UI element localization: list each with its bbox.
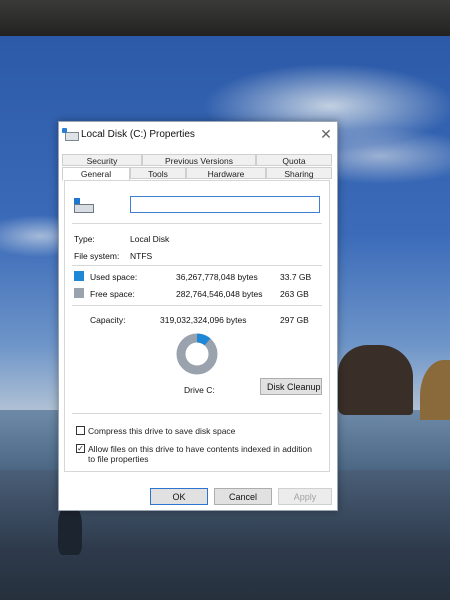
tab-hardware[interactable]: Hardware [186,167,266,179]
ok-button[interactable]: OK [150,488,208,505]
type-label: Type: [74,234,95,244]
tab-security[interactable]: Security [62,154,142,166]
file-system-label: File system: [74,251,120,261]
compress-label: Compress this drive to save disk space [88,426,236,436]
wallpaper-figure [58,505,82,555]
drive-icon [62,128,79,141]
free-space-bytes: 282,764,546,048 bytes [176,289,263,299]
type-value: Local Disk [130,234,170,244]
drive-label: Drive C: [184,385,215,395]
donut-free-arc [176,333,218,375]
monitor-bezel [0,0,450,36]
tab-previous-versions[interactable]: Previous Versions [142,154,256,166]
separator [72,305,322,306]
free-space-swatch [74,288,84,298]
close-icon[interactable]: ✕ [317,125,335,143]
title-bar[interactable]: Local Disk (C:) Properties ✕ [59,122,337,148]
apply-button[interactable]: Apply [278,488,332,505]
index-label: Allow files on this drive to have conten… [88,444,312,464]
used-space-bytes: 36,267,778,048 bytes [176,272,258,282]
free-space-size: 263 GB [280,289,309,299]
separator [72,223,322,224]
cancel-button[interactable]: Cancel [214,488,272,505]
window-title: Local Disk (C:) Properties [81,129,195,140]
drive-name-input[interactable] [130,196,320,213]
separator [72,413,322,414]
free-space-label: Free space: [90,289,135,299]
tab-tools[interactable]: Tools [130,167,186,179]
usage-donut-chart [176,333,218,375]
capacity-bytes: 319,032,324,096 bytes [160,315,247,325]
index-checkbox[interactable]: ✓ [76,444,85,453]
capacity-size: 297 GB [280,315,309,325]
tab-general[interactable]: General [62,167,130,181]
tab-quota[interactable]: Quota [256,154,332,166]
used-space-swatch [74,271,84,281]
separator [72,265,322,266]
wallpaper-rock [338,345,413,415]
disk-cleanup-button[interactable]: Disk Cleanup [260,378,322,395]
drive-large-icon [74,198,94,213]
used-space-label: Used space: [90,272,138,282]
file-system-value: NTFS [130,251,153,261]
capacity-label: Capacity: [90,315,126,325]
compress-checkbox[interactable] [76,426,85,435]
used-space-size: 33.7 GB [280,272,312,282]
tab-sharing[interactable]: Sharing [266,167,332,179]
